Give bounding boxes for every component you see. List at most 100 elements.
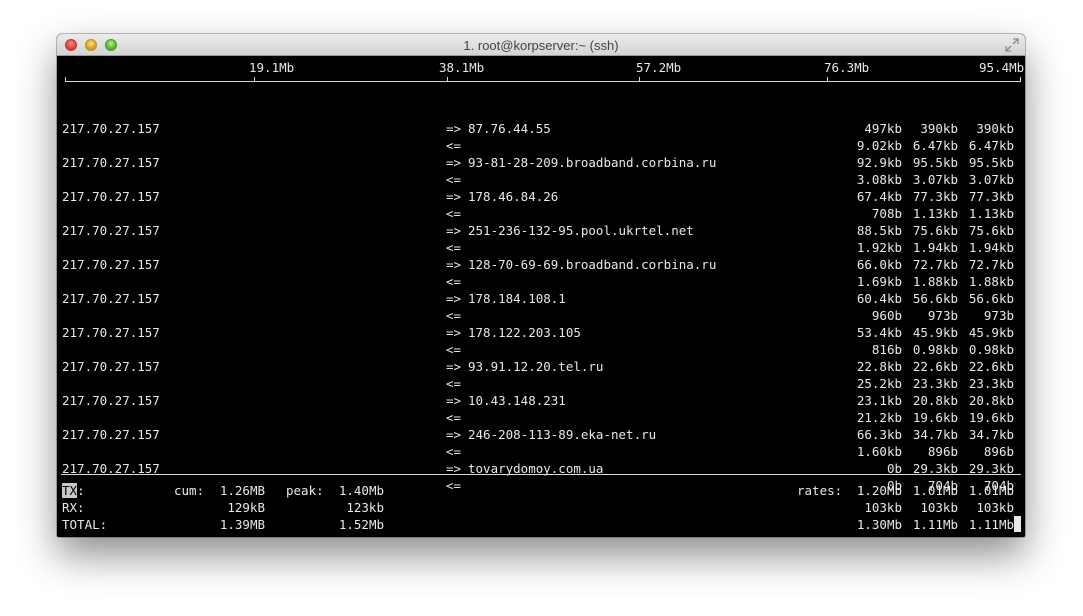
incoming-arrow: <= — [446, 274, 462, 289]
rates-label: rates: — [797, 483, 843, 498]
scale-tick — [447, 77, 448, 82]
connection-destination: 246-208-113-89.eka-net.ru — [468, 427, 657, 442]
outgoing-rate: 45.9kb — [912, 325, 958, 340]
connection-destination: 87.76.44.55 — [468, 121, 551, 136]
incoming-rate: 9.02kb — [856, 138, 902, 153]
scale-axis — [65, 81, 1021, 82]
incoming-rate: 1.88kb — [968, 274, 1014, 289]
incoming-arrow: <= — [446, 240, 462, 255]
incoming-arrow: <= — [446, 444, 462, 459]
outgoing-rate: 22.6kb — [968, 359, 1014, 374]
connection-destination: 93.91.12.20.tel.ru — [468, 359, 604, 374]
incoming-arrow: <= — [446, 308, 462, 323]
outgoing-rate: 67.4kb — [856, 189, 902, 204]
total-peak: 1.52Mb — [338, 517, 384, 532]
outgoing-rate: 72.7kb — [912, 257, 958, 272]
outgoing-rate: 34.7kb — [968, 427, 1014, 442]
total-rate-2s: 1.30Mb — [856, 517, 902, 532]
outgoing-rate: 20.8kb — [912, 393, 958, 408]
incoming-rate: 6.47kb — [968, 138, 1014, 153]
connection-source: 217.70.27.157 — [62, 223, 160, 238]
terminal-content[interactable]: 19.1Mb 38.1Mb 57.2Mb 76.3Mb 95.4Mb 217.7… — [57, 56, 1025, 537]
incoming-rate: 6.47kb — [912, 138, 958, 153]
outgoing-rate: 66.3kb — [856, 427, 902, 442]
outgoing-rate: 390kb — [920, 121, 958, 136]
scale-tick — [1020, 77, 1021, 82]
outgoing-rate: 22.6kb — [912, 359, 958, 374]
scale-tick — [254, 77, 255, 82]
total-label: TOTAL: — [62, 517, 108, 532]
rx-rate-2s: 103kb — [864, 500, 902, 515]
cum-label: cum: — [174, 483, 205, 498]
outgoing-arrow: => — [446, 121, 462, 136]
incoming-arrow: <= — [446, 206, 462, 221]
outgoing-rate: 22.8kb — [856, 359, 902, 374]
outgoing-rate: 390kb — [976, 121, 1014, 136]
tx-cum: 1.26MB — [219, 483, 265, 498]
outgoing-rate: 53.4kb — [856, 325, 902, 340]
incoming-arrow: <= — [446, 138, 462, 153]
incoming-rate: 1.69kb — [856, 274, 902, 289]
incoming-rate: 19.6kb — [968, 410, 1014, 425]
incoming-rate: 896b — [983, 444, 1014, 459]
incoming-arrow: <= — [446, 410, 462, 425]
connection-destination: 251-236-132-95.pool.ukrtel.net — [468, 223, 694, 238]
incoming-rate: 19.6kb — [912, 410, 958, 425]
outgoing-rate: 75.6kb — [912, 223, 958, 238]
connection-destination: 10.43.148.231 — [468, 393, 566, 408]
incoming-rate: 973b — [983, 308, 1014, 323]
outgoing-arrow: => — [446, 325, 462, 340]
outgoing-rate: 497kb — [864, 121, 902, 136]
incoming-rate: 1.13kb — [912, 206, 958, 221]
outgoing-rate: 88.5kb — [856, 223, 902, 238]
scale-label: 76.3Mb — [824, 60, 870, 75]
outgoing-rate: 75.6kb — [968, 223, 1014, 238]
incoming-rate: 3.07kb — [968, 172, 1014, 187]
total-cum: 1.39MB — [219, 517, 265, 532]
scale-label: 57.2Mb — [636, 60, 682, 75]
total-rate-10s: 1.11Mb — [912, 517, 958, 532]
outgoing-rate: 20.8kb — [968, 393, 1014, 408]
tx-rate-10s: 1.01Mb — [912, 483, 958, 498]
connection-source: 217.70.27.157 — [62, 155, 160, 170]
rx-peak: 123kb — [346, 500, 384, 515]
tx-label-highlight: TX — [62, 483, 78, 498]
connection-source: 217.70.27.157 — [62, 359, 160, 374]
connection-source: 217.70.27.157 — [62, 257, 160, 272]
connection-destination: 128-70-69-69.broadband.corbina.ru — [468, 257, 717, 272]
connection-source: 217.70.27.157 — [62, 189, 160, 204]
connection-source: 217.70.27.157 — [62, 427, 160, 442]
terminal-window: 1. root@korpserver:~ (ssh) 19.1Mb 38.1Mb… — [57, 34, 1025, 537]
incoming-rate: 3.08kb — [856, 172, 902, 187]
connection-source: 217.70.27.157 — [62, 325, 160, 340]
outgoing-arrow: => — [446, 189, 462, 204]
outgoing-rate: 60.4kb — [856, 291, 902, 306]
incoming-rate: 973b — [927, 308, 958, 323]
peak-label: peak: — [286, 483, 324, 498]
incoming-rate: 1.13kb — [968, 206, 1014, 221]
incoming-arrow: <= — [446, 342, 462, 357]
outgoing-rate: 34.7kb — [912, 427, 958, 442]
outgoing-rate: 77.3kb — [912, 189, 958, 204]
tx-label-colon: : — [77, 483, 85, 498]
connection-destination: 93-81-28-209.broadband.corbina.ru — [468, 155, 717, 170]
tx-rate-40s: 1.01Mb — [968, 483, 1014, 498]
incoming-rate: 21.2kb — [856, 410, 902, 425]
incoming-rate: 0.98kb — [968, 342, 1014, 357]
rx-rate-10s: 103kb — [920, 500, 958, 515]
fullscreen-icon[interactable] — [1005, 38, 1019, 52]
outgoing-rate: 92.9kb — [856, 155, 902, 170]
tx-rate-2s: 1.20Mb — [856, 483, 902, 498]
connection-destination: 178.46.84.26 — [468, 189, 559, 204]
title-bar: 1. root@korpserver:~ (ssh) — [57, 34, 1025, 56]
incoming-rate: 25.2kb — [856, 376, 902, 391]
outgoing-rate: 66.0kb — [856, 257, 902, 272]
incoming-arrow: <= — [446, 478, 462, 493]
outgoing-rate: 23.1kb — [856, 393, 902, 408]
outgoing-rate: 56.6kb — [968, 291, 1014, 306]
rx-cum: 129kB — [227, 500, 265, 515]
incoming-rate: 960b — [871, 308, 902, 323]
total-rate-40s: 1.11Mb — [968, 517, 1014, 532]
rx-rate-40s: 103kb — [976, 500, 1014, 515]
outgoing-rate: 56.6kb — [912, 291, 958, 306]
